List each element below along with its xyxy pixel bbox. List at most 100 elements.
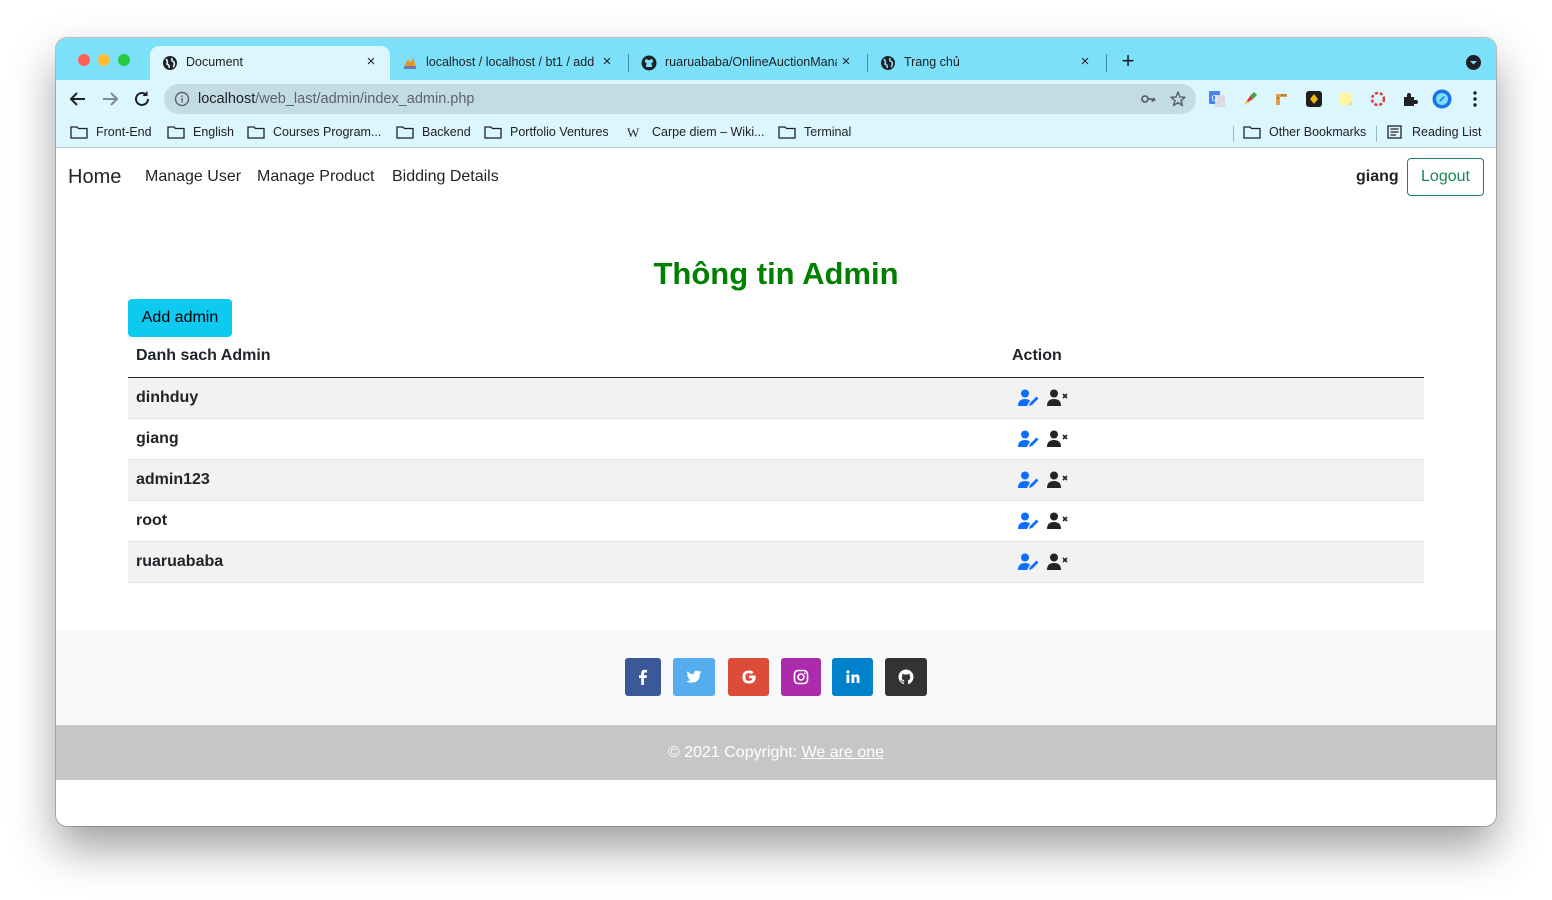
sticky-note-icon[interactable]: [1337, 90, 1355, 108]
nav-link-manage-product[interactable]: Manage Product: [257, 168, 374, 186]
folder-icon: [484, 126, 502, 139]
close-tab-icon[interactable]: ×: [837, 53, 855, 71]
folder-icon: [167, 126, 185, 139]
nav-link-bidding-details[interactable]: Bidding Details: [392, 168, 499, 186]
phpmyadmin-icon: [404, 58, 416, 69]
close-tab-icon[interactable]: ×: [1076, 53, 1094, 71]
table-row: admin123: [128, 460, 1424, 501]
bookmark-reading-list[interactable]: Reading List: [1386, 123, 1482, 141]
table-row: giang: [128, 419, 1424, 460]
edit-user-icon[interactable]: [1018, 389, 1040, 407]
folder-icon: [70, 126, 88, 139]
copyright-text: © 2021 Copyright:: [667, 744, 802, 761]
facebook-button[interactable]: [625, 658, 661, 696]
bookmark-label: Portfolio Ventures: [510, 125, 609, 139]
tab-github[interactable]: ruaruababa/OnlineAuctionMana ×: [629, 46, 865, 80]
key-icon[interactable]: [1140, 91, 1156, 107]
delete-user-icon[interactable]: [1047, 430, 1069, 448]
navbar-brand-home[interactable]: Home: [68, 166, 121, 189]
svg-text:W: W: [627, 125, 640, 139]
reading-list-icon: [1387, 125, 1402, 139]
tab-search-icon[interactable]: [1466, 55, 1481, 70]
binance-icon[interactable]: [1305, 90, 1323, 108]
back-arrow-icon[interactable]: [67, 88, 89, 110]
extensions-puzzle-icon[interactable]: [1401, 90, 1419, 108]
globe-icon: [163, 56, 177, 70]
folder-icon: [1243, 126, 1261, 139]
minimize-window-button[interactable]: [98, 54, 110, 66]
tab-document[interactable]: Document ×: [150, 46, 390, 80]
zoom-window-button[interactable]: [118, 54, 130, 66]
add-admin-button[interactable]: Add admin: [128, 299, 232, 337]
admin-table: Danh sach Admin Action dinhduy giang admin…: [128, 337, 1424, 583]
tab-trang-chu[interactable]: Trang chủ ×: [868, 46, 1104, 80]
twitter-button[interactable]: [673, 658, 715, 696]
copyright-link[interactable]: We are one: [802, 744, 884, 761]
bookmark-label: Courses Program...: [273, 125, 382, 139]
logout-button[interactable]: Logout: [1407, 158, 1484, 196]
bookmark-backend[interactable]: Backend: [396, 123, 471, 141]
tab-title: Trang chủ: [904, 55, 960, 69]
bookmarks-bar: Front-End English Courses Program... Bac…: [56, 117, 1496, 148]
github-icon: [641, 55, 657, 71]
admin-username: giang: [136, 430, 179, 447]
profile-avatar-icon[interactable]: [1432, 89, 1452, 109]
url-path: /web_last/admin/index_admin.php: [255, 91, 475, 107]
new-tab-button[interactable]: +: [1118, 50, 1138, 72]
admin-username: root: [136, 512, 168, 529]
delete-user-icon[interactable]: [1047, 512, 1069, 530]
url-host: localhost: [198, 91, 256, 107]
nav-link-manage-user[interactable]: Manage User: [145, 168, 241, 186]
instagram-button[interactable]: [781, 658, 821, 696]
forward-arrow-icon[interactable]: [99, 88, 121, 110]
bookmark-label: Front-End: [96, 125, 152, 139]
bookmark-terminal[interactable]: Terminal: [778, 123, 851, 141]
edit-user-icon[interactable]: [1018, 553, 1040, 571]
delete-user-icon[interactable]: [1047, 389, 1069, 407]
edit-user-icon[interactable]: [1018, 471, 1040, 489]
instagram-icon: [793, 669, 809, 685]
linkedin-button[interactable]: [832, 658, 873, 696]
bookmark-carpe-diem[interactable]: W Carpe diem – Wiki...: [626, 123, 765, 141]
delete-user-icon[interactable]: [1047, 553, 1069, 571]
bookmark-courses[interactable]: Courses Program...: [247, 123, 381, 141]
info-icon[interactable]: [174, 91, 190, 107]
bookmark-front-end[interactable]: Front-End: [70, 123, 152, 141]
tab-phpmyadmin[interactable]: localhost / localhost / bt1 / add ×: [390, 46, 626, 80]
admin-username: dinhduy: [136, 389, 199, 406]
table-row: root: [128, 501, 1424, 542]
google-button[interactable]: [728, 658, 769, 696]
address-bar[interactable]: localhost/web_last/admin/index_admin.php: [164, 84, 1196, 114]
close-window-button[interactable]: [78, 54, 90, 66]
more-menu-icon[interactable]: [1466, 89, 1484, 109]
bookmark-label: Backend: [422, 125, 471, 139]
bookmark-english[interactable]: English: [167, 123, 234, 141]
browser-toolbar: localhost/web_last/admin/index_admin.php…: [56, 80, 1496, 117]
current-username: giang: [1356, 168, 1399, 185]
reload-icon[interactable]: [131, 88, 153, 110]
delete-user-icon[interactable]: [1047, 471, 1069, 489]
ruler-icon[interactable]: [1273, 90, 1291, 108]
globe-icon: [881, 56, 895, 70]
column-header-admin-list: Danh sach Admin: [136, 347, 271, 364]
close-tab-icon[interactable]: ×: [362, 53, 380, 71]
linkedin-icon: [845, 670, 859, 683]
bookmark-label: English: [193, 125, 234, 139]
column-header-action: Action: [1012, 347, 1062, 364]
bookmark-other-bookmarks[interactable]: Other Bookmarks: [1243, 123, 1366, 141]
bookmark-portfolio-ventures[interactable]: Portfolio Ventures: [484, 123, 609, 141]
folder-icon: [247, 126, 265, 139]
edit-user-icon[interactable]: [1018, 430, 1040, 448]
github-button[interactable]: [885, 658, 927, 696]
page-title: Thông tin Admin: [653, 256, 899, 291]
folder-icon: [778, 126, 796, 139]
bookmark-star-icon[interactable]: [1169, 90, 1187, 108]
close-tab-icon[interactable]: ×: [598, 53, 616, 71]
tab-strip: Document × localhost / localhost / bt1 /…: [56, 38, 1496, 80]
edit-user-icon[interactable]: [1018, 512, 1040, 530]
loader-icon[interactable]: [1369, 90, 1387, 108]
admin-username: ruaruababa: [136, 553, 224, 570]
google-translate-icon[interactable]: G: [1208, 90, 1226, 108]
color-picker-icon[interactable]: [1241, 90, 1259, 108]
tab-title: ruaruababa/OnlineAuctionMana: [665, 55, 837, 69]
